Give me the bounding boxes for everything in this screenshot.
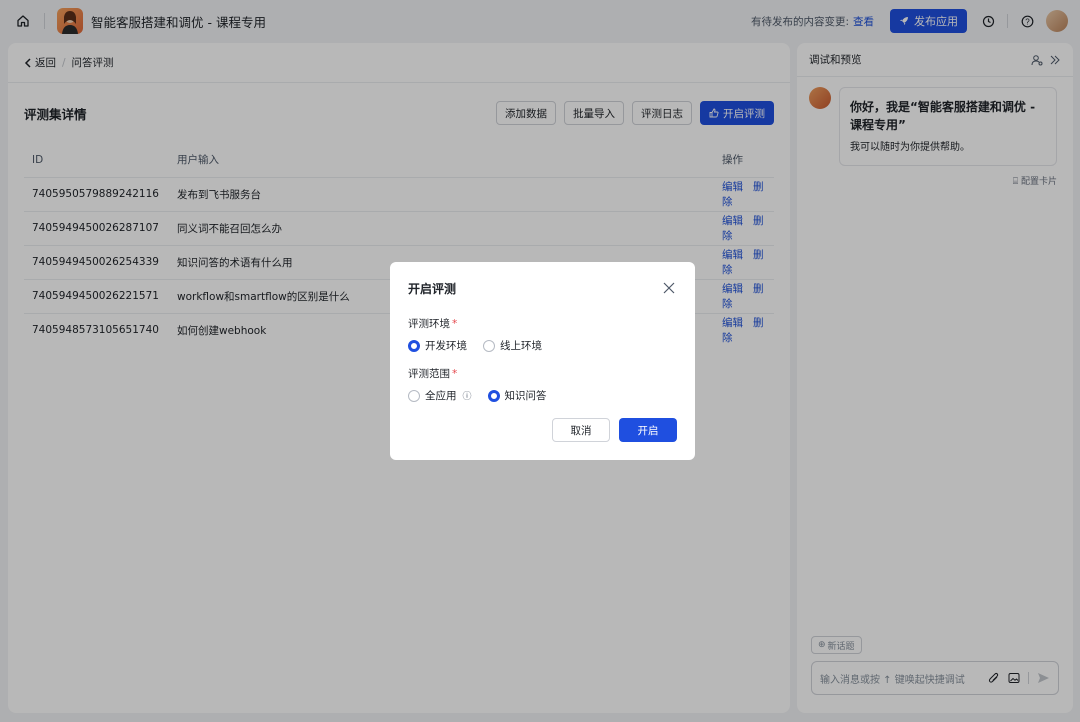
confirm-button[interactable]: 开启 [619,418,677,442]
radio-checked [408,339,420,352]
scope-radio-group: 全应用 ⓘ 知识问答 [408,388,677,403]
dialog-title: 开启评测 [408,281,457,296]
radio-unchecked [408,389,420,402]
scope-option-label: 知识问答 [504,390,547,402]
required-mark: * [452,318,458,330]
env-option-label: 线上环境 [500,340,542,352]
scope-option-all[interactable]: 全应用 ⓘ [408,388,472,403]
start-eval-dialog: 开启评测 评测环境 * 开发环境 线上环境 评测范围 * 全应用 ⓘ 知识问答 取消 [390,262,695,460]
env-label: 评测环境 * [408,316,677,331]
scope-label-text: 评测范围 [408,368,450,380]
info-icon[interactable]: ⓘ [463,389,472,402]
radio-checked [487,389,500,402]
env-radio-group: 开发环境 线上环境 [408,338,677,353]
env-option-online[interactable]: 线上环境 [483,338,542,353]
close-icon[interactable] [661,280,677,296]
scope-option-qa[interactable]: 知识问答 [487,388,547,403]
dialog-header: 开启评测 [408,262,677,314]
scope-label: 评测范围 * [408,366,677,381]
env-option-dev[interactable]: 开发环境 [408,338,467,353]
required-mark: * [452,368,458,380]
cancel-button[interactable]: 取消 [552,418,610,442]
env-option-label: 开发环境 [425,340,467,352]
radio-unchecked [483,339,495,352]
env-label-text: 评测环境 [408,318,450,330]
dialog-footer: 取消 开启 [552,418,677,442]
scope-option-label: 全应用 [425,390,457,402]
